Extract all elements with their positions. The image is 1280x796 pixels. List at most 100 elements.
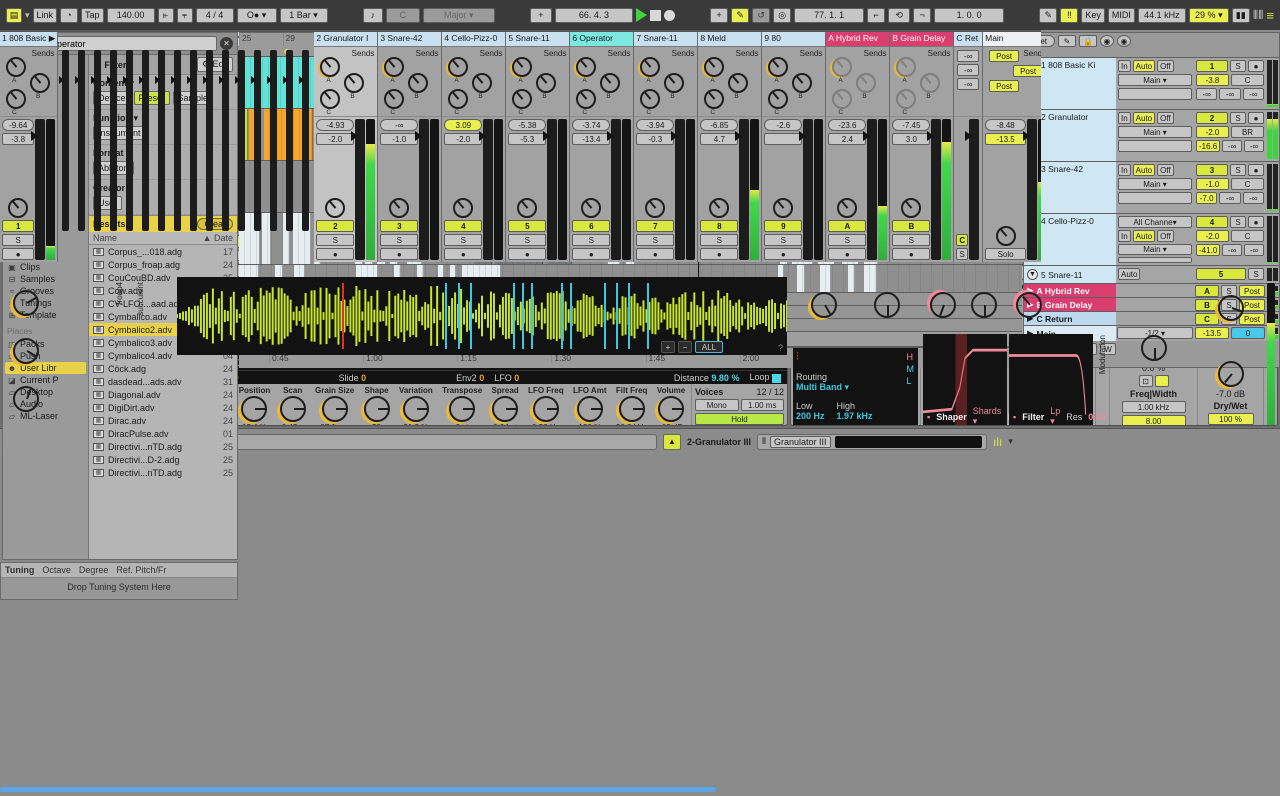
places-item[interactable]: ◪ Current P	[5, 374, 86, 386]
send-a-field[interactable]: -7.0	[1196, 192, 1217, 204]
chain-fader[interactable]	[286, 50, 293, 231]
volume-readout[interactable]: -3.74	[572, 119, 610, 131]
retrigger-time-field[interactable]: 1.00 ms	[741, 399, 785, 411]
solo-button[interactable]: S	[1230, 164, 1246, 176]
mixer-track-name[interactable]: 6 Operator	[570, 32, 633, 47]
track-activator[interactable]: 1	[2, 220, 34, 232]
chevron-down-icon[interactable]: ▾	[25, 10, 30, 21]
cue-post-a-button[interactable]: Post	[989, 50, 1019, 62]
chain-fader[interactable]	[302, 50, 309, 231]
library-item[interactable]: ▣ Clips	[5, 261, 86, 273]
track-volume-field[interactable]: -2.0	[1196, 126, 1229, 138]
volume-readout[interactable]: -8.48	[985, 119, 1026, 131]
volume-fader[interactable]	[675, 119, 685, 260]
library-item[interactable]: ⊟ Samples	[5, 273, 86, 285]
chain-fader[interactable]	[62, 50, 69, 231]
punch-out-icon[interactable]: ¬	[913, 8, 931, 23]
loop-start-field[interactable]: 77. 1. 1	[794, 8, 864, 23]
track-name[interactable]: 3 Snare-42	[1041, 164, 1083, 174]
arrangement-clip[interactable]	[848, 265, 856, 292]
solo-button[interactable]: S	[764, 234, 802, 246]
mixer-strip[interactable]: 9 80 Sends A B C -2.6	[762, 32, 826, 262]
choices-knob[interactable]	[13, 338, 39, 364]
send-a-knob[interactable]	[448, 57, 468, 77]
send-b-knob[interactable]	[728, 73, 748, 93]
re-enable-automation-icon[interactable]: ↺	[752, 8, 770, 23]
filter-graph[interactable]: ▪ Filter Lp ▾ Res 0.10	[1009, 334, 1093, 426]
key-map-button[interactable]: Key	[1081, 8, 1105, 23]
send-c-field[interactable]: -∞	[957, 78, 979, 90]
zoom-in-button[interactable]: +	[661, 341, 675, 353]
track-header[interactable]: ▼ 4 Cello-Pizz-0 All Channe▾ In Auto Off…	[1024, 213, 1279, 265]
mixer-track-name[interactable]: Main	[983, 32, 1041, 47]
browser-file-row[interactable]: ▦ Dirac.adv 24	[89, 414, 237, 427]
draw-mode-icon[interactable]: ✎	[1039, 8, 1057, 23]
track-pan-field[interactable]: BR	[1231, 126, 1264, 138]
volume-readout[interactable]: -3.94	[636, 119, 674, 131]
solo-button[interactable]: S	[1230, 60, 1246, 72]
places-item[interactable]: ☻ User Libr	[5, 362, 86, 374]
mixer-strip[interactable]: 6 Operator Sends A B C -3.74 -13.4	[570, 32, 634, 262]
pan-knob[interactable]	[453, 198, 473, 218]
gain-readout[interactable]: -13.5	[985, 133, 1026, 145]
solo-button[interactable]: S	[1230, 112, 1246, 124]
monitor-auto-button[interactable]: Auto	[1133, 112, 1155, 124]
output-routing-select[interactable]: Main ▾	[1118, 74, 1192, 86]
granulator-knob[interactable]: Shape 58	[364, 386, 390, 426]
radio-button-icon[interactable]: ◉	[1117, 35, 1131, 47]
arm-button[interactable]: ●	[636, 248, 674, 260]
mixer-track-name[interactable]: B Grain Delay	[890, 32, 953, 47]
granulator-waveform[interactable]: + − ALL ?	[177, 277, 787, 355]
mixer-strip[interactable]: 3 Snare-42 Sends A B C -∞ -1.0	[378, 32, 442, 262]
arrangement-clip[interactable]	[820, 265, 831, 292]
mixer-track-name[interactable]: 5 Snare-11	[506, 32, 569, 47]
voices-count[interactable]: 12 / 12	[756, 387, 784, 397]
granulator-knob[interactable]: Grain Size 87.1 ms	[315, 386, 354, 426]
gain-readout[interactable]: -13.4	[572, 133, 610, 145]
track-header[interactable]: ▼ 1 808 Basic Ki In Auto Off Main ▾	[1024, 57, 1279, 109]
mono-button[interactable]: Mono	[695, 399, 739, 411]
track-activator[interactable]: 1	[1196, 60, 1228, 72]
solo-button[interactable]: S	[828, 234, 866, 246]
cue-post-c-button[interactable]: Post	[989, 80, 1019, 92]
output-value[interactable]: -7.0 dB	[1216, 389, 1245, 399]
overdub-button[interactable]: +	[710, 8, 728, 23]
arm-button[interactable]: ●	[508, 248, 546, 260]
chain-fader[interactable]	[254, 50, 261, 231]
send-c-knob[interactable]	[896, 89, 916, 109]
arm-button[interactable]: ●	[444, 248, 482, 260]
send-b-field[interactable]: -∞	[1222, 244, 1242, 256]
loop-icon[interactable]: ⟲	[888, 8, 910, 23]
monitor-in-button[interactable]: In	[1118, 112, 1131, 124]
browser-file-row[interactable]: ▦ dasdead...ads.adv 31	[89, 375, 237, 388]
scale-icon[interactable]: ♪	[363, 8, 383, 23]
chain-fader[interactable]	[110, 50, 117, 231]
chain-fader[interactable]	[78, 50, 85, 231]
mixer-track-name[interactable]: C Ret	[954, 32, 982, 47]
granulator-knob[interactable]: LFO Amt 100 %	[573, 386, 606, 426]
browser-file-row[interactable]: ▦ DiracPulse.adv 01	[89, 427, 237, 440]
send-b-field[interactable]: -∞	[957, 64, 979, 76]
scale-name-select[interactable]: Major ▾	[423, 8, 495, 23]
arm-button[interactable]: ●	[892, 248, 930, 260]
send-b-knob[interactable]	[664, 73, 684, 93]
gain-readout[interactable]: 4.7	[700, 133, 738, 145]
mixer-track-name[interactable]: 3 Snare-42	[378, 32, 441, 47]
send-a-knob[interactable]	[6, 57, 26, 77]
send-a-knob[interactable]	[896, 57, 916, 77]
volume-readout[interactable]: -2.6	[764, 119, 802, 131]
monitor-in-button[interactable]: In	[1118, 164, 1131, 176]
arm-button[interactable]: ●	[572, 248, 610, 260]
pan-knob[interactable]	[8, 198, 28, 218]
solo-button[interactable]: Solo	[985, 248, 1026, 260]
arm-button[interactable]: ●	[764, 248, 802, 260]
pan-knob[interactable]	[325, 198, 345, 218]
midi-arrangement-overdub-icon[interactable]: ‼	[1060, 8, 1078, 23]
solo-button[interactable]: S	[892, 234, 930, 246]
volume-fader[interactable]	[419, 119, 429, 260]
chain-fader[interactable]	[142, 50, 149, 231]
monitor-auto-button[interactable]: Auto	[1133, 230, 1155, 242]
output-routing-select[interactable]: Main ▾	[1118, 126, 1192, 138]
fb-width-field[interactable]: 8.00	[1122, 415, 1186, 426]
quantization-select[interactable]: 1 Bar ▾	[280, 8, 328, 23]
